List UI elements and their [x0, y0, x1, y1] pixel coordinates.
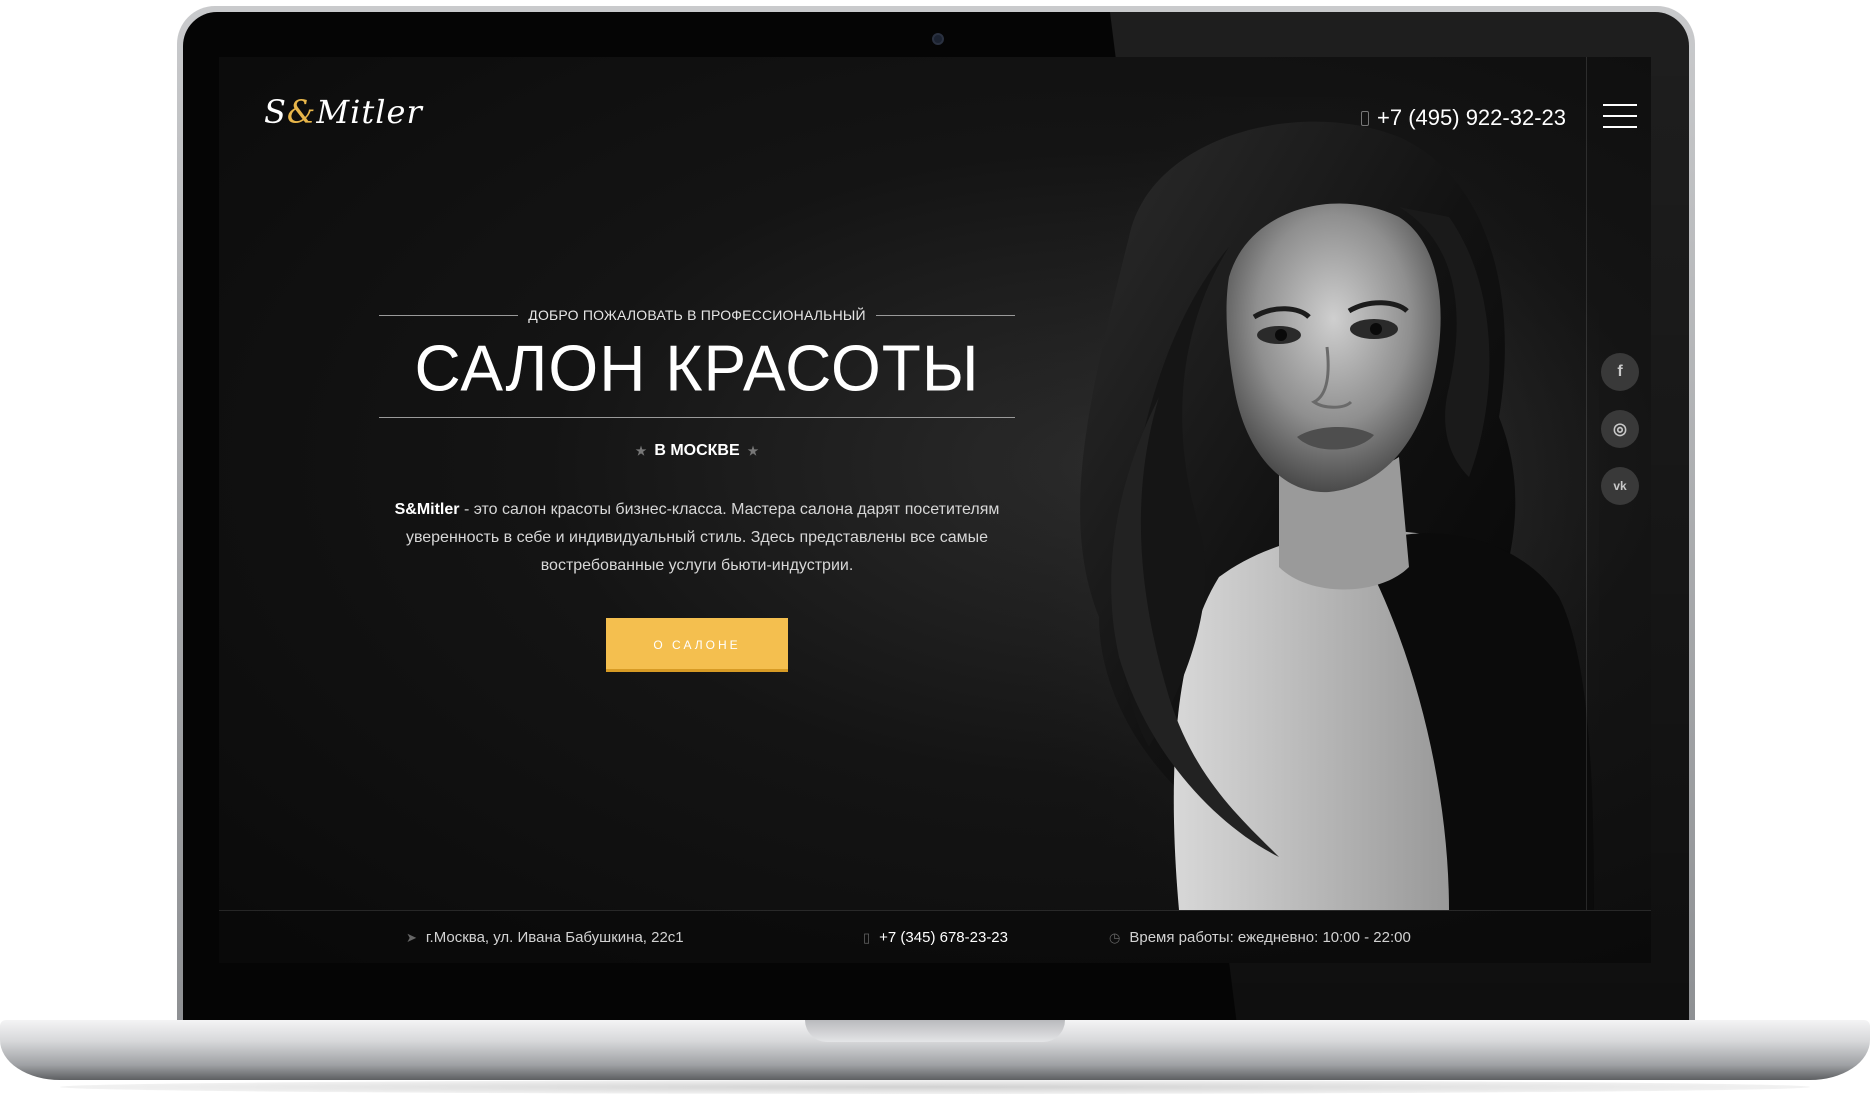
divider-line [379, 314, 519, 316]
star-icon: ★ [635, 444, 647, 459]
hours-text: Время работы: ежедневно: 10:00 - 22:00 [1129, 929, 1411, 946]
hero-title: САЛОН КРАСОТЫ [414, 331, 980, 405]
clock-icon: ◷ [1109, 929, 1121, 945]
address-text: г.Москва, ул. Ивана Бабушкина, 22с1 [425, 929, 684, 946]
site-header: S&Mitler +7 (495) 922-32-23 [219, 57, 1651, 167]
sidebar-divider [1586, 57, 1587, 910]
address-item: ➤ г.Москва, ул. Ивана Бабушкина, 22с1 [406, 929, 684, 946]
location-arrow-icon: ➤ [406, 929, 417, 945]
info-bar: ➤ г.Москва, ул. Ивана Бабушкина, 22с1 ▯ … [219, 910, 1651, 963]
laptop-notch [805, 1020, 1065, 1042]
mobile-phone-icon [1361, 110, 1370, 126]
hero-section: ДОБРО ПОЖАЛОВАТЬ В ПРОФЕССИОНАЛЬНЫЙ САЛО… [379, 307, 1016, 673]
title-underline [379, 417, 1015, 419]
hamburger-menu-icon[interactable] [1603, 104, 1637, 128]
mobile-phone-icon: ▯ [863, 929, 871, 945]
logo-letter: S [264, 93, 287, 131]
city-text: В МОСКВЕ [654, 442, 740, 460]
footer-phone-item[interactable]: ▯ +7 (345) 678-23-23 [863, 929, 1008, 946]
model-portrait [979, 97, 1599, 910]
welcome-text: ДОБРО ПОЖАЛОВАТЬ В ПРОФЕССИОНАЛЬНЫЙ [528, 307, 866, 323]
logo-name: Mitler [316, 93, 423, 131]
welcome-row: ДОБРО ПОЖАЛОВАТЬ В ПРОФЕССИОНАЛЬНЫЙ [379, 307, 1016, 323]
description-text: - это салон красоты бизнес-класса. Масте… [405, 501, 1000, 575]
laptop-shadow [60, 1080, 1810, 1094]
divider-line [875, 314, 1016, 316]
about-salon-button[interactable]: О САЛОНЕ [606, 618, 788, 673]
camera-icon [932, 33, 944, 45]
description-brand: S&Mitler [394, 501, 460, 519]
header-phone-number: +7 (495) 922-32-23 [1377, 105, 1566, 130]
footer-phone-text: +7 (345) 678-23-23 [879, 929, 1008, 946]
facebook-icon[interactable]: f [1601, 353, 1639, 391]
instagram-icon[interactable]: ◎ [1601, 410, 1639, 448]
city-label: ★ В МОСКВЕ ★ [379, 442, 1015, 460]
header-phone[interactable]: +7 (495) 922-32-23 [1361, 105, 1566, 131]
page: S&Mitler +7 (495) 922-32-23 ДОБРО ПОЖАЛО… [0, 0, 1870, 1104]
logo-ampersand: & [286, 93, 317, 131]
star-icon: ★ [747, 444, 759, 459]
hours-item: ◷ Время работы: ежедневно: 10:00 - 22:00 [1109, 929, 1411, 946]
hero-description: S&Mitler - это салон красоты бизнес-клас… [379, 496, 1015, 580]
website-screen: S&Mitler +7 (495) 922-32-23 ДОБРО ПОЖАЛО… [219, 57, 1651, 963]
site-logo[interactable]: S&Mitler [264, 93, 423, 131]
vk-icon[interactable]: vk [1601, 467, 1639, 505]
